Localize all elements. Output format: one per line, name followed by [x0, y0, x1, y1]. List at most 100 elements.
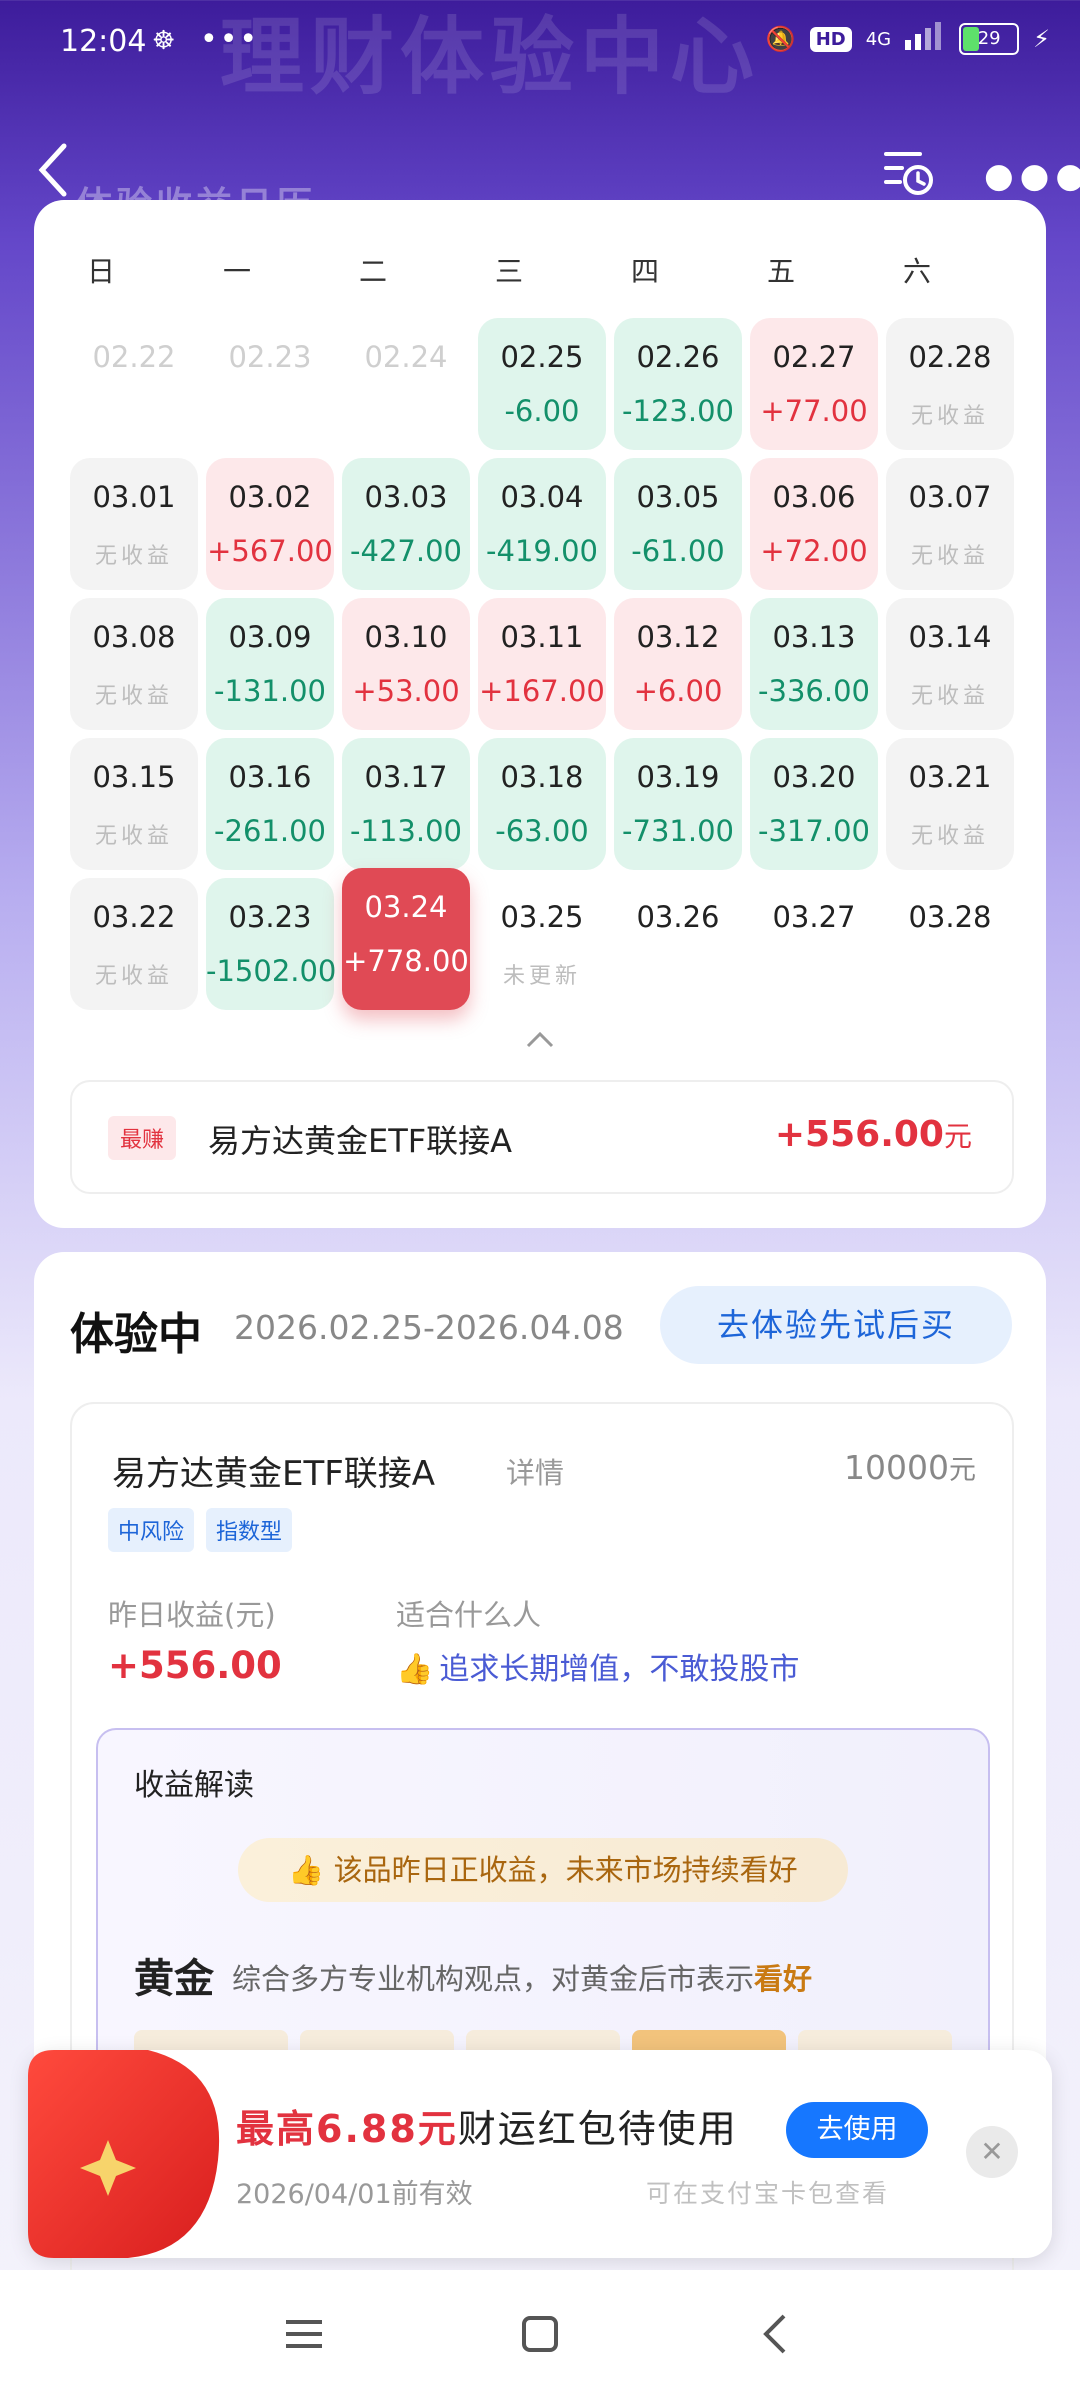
- calendar-day[interactable]: 02.28 无收益: [886, 318, 1014, 450]
- suitable-value: 👍 追求长期增值，不敢投股市: [396, 1652, 800, 1687]
- calendar-day[interactable]: 03.23 -1502.00: [206, 878, 337, 1010]
- weekday-mon: 一: [222, 255, 251, 288]
- calendar-day-date: 03.09: [228, 620, 312, 654]
- yesterday-label: 昨日收益(元): [108, 1598, 276, 1632]
- calendar-day-date: 03.25: [500, 900, 584, 934]
- calendar-day-value: -427.00: [350, 534, 462, 568]
- fund-name: 易方达黄金ETF联接A: [112, 1454, 436, 1494]
- calendar-day[interactable]: 03.26: [614, 878, 742, 1010]
- fund-detail-link[interactable]: 详情: [506, 1450, 564, 1492]
- calendar-day[interactable]: 03.02 +567.00: [206, 458, 334, 590]
- collapse-chevron-icon[interactable]: [522, 1028, 558, 1052]
- weekday-sat: 六: [902, 255, 931, 288]
- calendar-day[interactable]: 02.22: [70, 318, 198, 450]
- network-label: 4G: [865, 28, 892, 50]
- calendar-day-value: -63.00: [495, 814, 589, 848]
- experience-title: 体验中: [70, 1309, 202, 1360]
- calendar-day-value: -61.00: [631, 534, 725, 568]
- history-icon[interactable]: [880, 144, 936, 200]
- calendar-day[interactable]: 03.01 无收益: [70, 458, 198, 590]
- calendar-day-date: 02.22: [92, 340, 176, 374]
- experience-range: 2026.02.25-2026.04.08: [234, 1308, 624, 1347]
- calendar-day-date: 03.16: [228, 760, 312, 794]
- calendar-day[interactable]: 03.28: [886, 878, 1014, 1010]
- calendar-day-date: 03.15: [92, 760, 176, 794]
- calendar-day[interactable]: 03.27: [750, 878, 878, 1010]
- calendar-day[interactable]: 02.23: [206, 318, 334, 450]
- red-packet-title: 最高6.88元财运红包待使用: [236, 2107, 738, 2151]
- calendar-day[interactable]: 03.11 +167.00: [478, 598, 606, 730]
- calendar-day-value: -123.00: [622, 394, 734, 428]
- calendar-day-date: 03.22: [92, 900, 176, 934]
- calendar-day-value: -6.00: [504, 394, 580, 428]
- calendar-day[interactable]: 03.24 +778.00: [342, 868, 470, 1010]
- calendar-day[interactable]: 02.25 -6.00: [478, 318, 606, 450]
- calendar-day-value: -731.00: [622, 814, 734, 848]
- calendar-day[interactable]: 03.25 未更新: [478, 878, 606, 1010]
- back-nav-icon[interactable]: [752, 2310, 800, 2358]
- weekday-sun: 日: [86, 255, 115, 288]
- calendar-day-date: 03.04: [500, 480, 584, 514]
- try-before-buy-button[interactable]: 去体验先试后买: [660, 1286, 1012, 1364]
- more-icon[interactable]: ●●●: [984, 156, 1080, 196]
- use-packet-button[interactable]: 去使用: [786, 2102, 928, 2158]
- calendar-day[interactable]: 03.06 +72.00: [750, 458, 878, 590]
- calendar-day[interactable]: 03.14 无收益: [886, 598, 1014, 730]
- calendar-day-value: +778.00: [343, 944, 469, 978]
- home-icon[interactable]: [516, 2310, 564, 2358]
- back-icon[interactable]: [34, 140, 74, 200]
- mute-icon: 🔕: [765, 25, 796, 53]
- calendar-day[interactable]: 03.16 -261.00: [206, 738, 334, 870]
- calendar-day-value: 无收益: [910, 684, 989, 709]
- calendar-day-value: -1502.00: [206, 954, 337, 988]
- fund-amount: 10000元: [844, 1448, 976, 1487]
- calendar-day[interactable]: 03.04 -419.00: [478, 458, 606, 590]
- calendar-day[interactable]: 03.05 -61.00: [614, 458, 742, 590]
- calendar-day-date: 03.02: [228, 480, 312, 514]
- calendar-day-date: 02.27: [772, 340, 856, 374]
- calendar-day-date: 03.05: [636, 480, 720, 514]
- top-earner-row[interactable]: 最赚 易方达黄金ETF联接A +556.00元: [70, 1080, 1014, 1194]
- calendar-day[interactable]: 03.17 -113.00: [342, 738, 470, 870]
- calendar-day[interactable]: 03.22 无收益: [70, 878, 198, 1010]
- calendar-day[interactable]: 03.18 -63.00: [478, 738, 606, 870]
- status-dots: •••: [200, 22, 260, 57]
- calendar-day-date: 03.03: [364, 480, 448, 514]
- calendar-day[interactable]: 02.27 +77.00: [750, 318, 878, 450]
- calendar-day-date: 03.27: [772, 900, 856, 934]
- calendar-day-value: -261.00: [214, 814, 326, 848]
- calendar-day[interactable]: 02.26 -123.00: [614, 318, 742, 450]
- calendar-day-value: 无收益: [94, 964, 173, 989]
- calendar-day-date: 03.06: [772, 480, 856, 514]
- calendar-day-date: 03.12: [636, 620, 720, 654]
- hd-badge: HD: [809, 26, 852, 52]
- calendar-day[interactable]: 03.09 -131.00: [206, 598, 334, 730]
- calendar-day[interactable]: 03.10 +53.00: [342, 598, 470, 730]
- calendar-day[interactable]: 03.20 -317.00: [750, 738, 878, 870]
- calendar-day-date: 03.10: [364, 620, 448, 654]
- calendar-day[interactable]: 02.24: [342, 318, 470, 450]
- system-nav-bar: [0, 2270, 1080, 2400]
- calendar-day-date: 03.21: [908, 760, 992, 794]
- calendar-day-date: 03.18: [500, 760, 584, 794]
- thumbs-up-icon: 👍: [396, 1652, 434, 1687]
- calendar-day[interactable]: 03.13 -336.00: [750, 598, 878, 730]
- calendar-day[interactable]: 03.19 -731.00: [614, 738, 742, 870]
- calendar-day[interactable]: 03.21 无收益: [886, 738, 1014, 870]
- calendar-day-value: +77.00: [760, 394, 868, 428]
- weekday-wed: 三: [494, 255, 523, 288]
- red-packet-location: 可在支付宝卡包查看: [646, 2179, 890, 2208]
- calendar-day[interactable]: 03.07 无收益: [886, 458, 1014, 590]
- calendar-day[interactable]: 03.03 -427.00: [342, 458, 470, 590]
- calendar-day-date: 03.14: [908, 620, 992, 654]
- calendar-day-date: 02.24: [364, 340, 448, 374]
- calendar-day-date: 03.17: [364, 760, 448, 794]
- calendar-day[interactable]: 03.08 无收益: [70, 598, 198, 730]
- close-icon[interactable]: ✕: [966, 2126, 1018, 2178]
- menu-icon[interactable]: [280, 2310, 328, 2358]
- calendar-day[interactable]: 03.15 无收益: [70, 738, 198, 870]
- calendar-day-date: 03.19: [636, 760, 720, 794]
- calendar-day[interactable]: 03.12 +6.00: [614, 598, 742, 730]
- calendar-day-value: -419.00: [486, 534, 598, 568]
- calendar-day-date: 03.11: [500, 620, 584, 654]
